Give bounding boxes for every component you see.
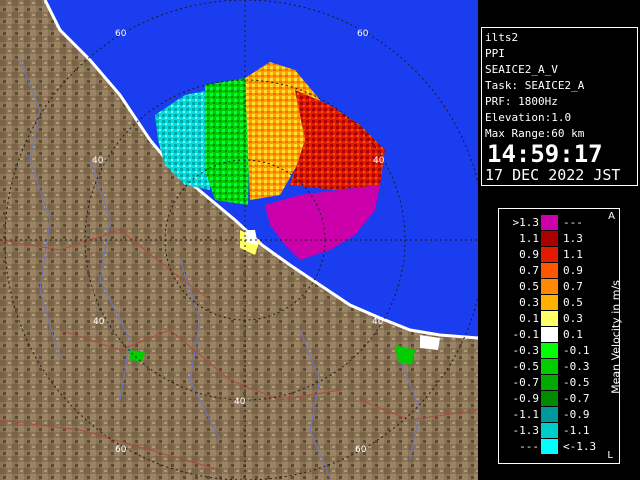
- legend-lower-bound: ---: [519, 440, 539, 453]
- radar-info-panel: ilts2 PPI SEAICE2_A_V Task: SEAICE2_A PR…: [481, 27, 638, 186]
- legend-upper-bound: 0.5: [563, 296, 583, 309]
- legend-lower-bound: 0.3: [519, 296, 539, 309]
- legend-upper-bound: <-1.3: [563, 440, 597, 453]
- site-name: ilts2: [485, 31, 519, 44]
- legend-lower-bound: 0.1: [519, 312, 539, 325]
- legend-swatch: [541, 407, 558, 422]
- legend-upper-bound: ---: [563, 216, 583, 229]
- ring-label-right-40: 40: [373, 156, 385, 166]
- elevation-value: Elevation:1.0: [485, 111, 572, 124]
- legend-lower-bound: -0.5: [512, 360, 540, 373]
- legend-bottom-mark: L: [607, 450, 613, 461]
- legend-row: 0.7 0.9: [499, 263, 619, 278]
- legend-upper-bound: -0.5: [563, 376, 590, 389]
- prf-value: PRF: 1800Hz: [485, 95, 558, 108]
- legend-swatch: [541, 439, 558, 454]
- legend-lower-bound: 0.9: [519, 248, 539, 261]
- legend-upper-bound: -0.3: [563, 360, 590, 373]
- legend-top-mark: A: [608, 211, 615, 222]
- legend-swatch: [541, 359, 558, 374]
- legend-lower-bound: -0.7: [512, 376, 540, 389]
- legend-title: Mean Velocity in m/s: [609, 280, 623, 394]
- legend-swatch: [541, 391, 558, 406]
- scan-time: 14:59:17: [487, 140, 603, 168]
- ring-label-bottom-right-60: 60: [355, 445, 367, 455]
- legend-swatch: [541, 327, 558, 342]
- ring-label-lower-right-40: 40: [372, 317, 384, 327]
- legend-row: --- <-1.3: [499, 439, 619, 454]
- ring-label-bottom-left-60: 60: [115, 445, 127, 455]
- legend-row: -0.7 -0.5: [499, 375, 619, 390]
- legend-upper-bound: 1.3: [563, 232, 583, 245]
- legend-swatch: [541, 263, 558, 278]
- legend-upper-bound: 0.7: [563, 280, 583, 293]
- legend-upper-bound: 0.3: [563, 312, 583, 325]
- legend-upper-bound: 0.9: [563, 264, 583, 277]
- legend-upper-bound: -0.7: [563, 392, 590, 405]
- legend-row: -0.3 -0.1: [499, 343, 619, 358]
- legend-lower-bound: -1.3: [512, 424, 540, 437]
- legend-swatch: [541, 423, 558, 438]
- legend-upper-bound: -0.1: [563, 344, 590, 357]
- legend-lower-bound: 0.7: [519, 264, 539, 277]
- ring-label-top-right-60: 60: [357, 29, 369, 39]
- ring-label-left-40: 40: [92, 156, 104, 166]
- legend-upper-bound: 1.1: [563, 248, 583, 261]
- legend-swatch: [541, 295, 558, 310]
- legend-lower-bound: 0.5: [519, 280, 539, 293]
- echo-green: [205, 78, 250, 205]
- legend-row: >1.3 ---: [499, 215, 619, 230]
- legend-swatch: [541, 215, 558, 230]
- legend-lower-bound: -0.3: [512, 344, 540, 357]
- legend-upper-bound: 0.1: [563, 328, 583, 341]
- legend-row: -0.9 -0.7: [499, 391, 619, 406]
- ring-label-lower-left-40: 40: [93, 317, 105, 327]
- legend-lower-bound: -1.1: [512, 408, 540, 421]
- scan-mode: PPI: [485, 47, 505, 60]
- legend-swatch: [541, 279, 558, 294]
- legend-upper-bound: -0.9: [563, 408, 590, 421]
- legend-row: 1.1 1.3: [499, 231, 619, 246]
- legend-lower-bound: -0.9: [512, 392, 540, 405]
- legend-row: 0.9 1.1: [499, 247, 619, 262]
- radar-ppi-view[interactable]: 60 40 40 40 40 40 60 60 60: [0, 0, 478, 480]
- product-name: SEAICE2_A_V: [485, 63, 558, 76]
- task-name: Task: SEAICE2_A: [485, 79, 585, 92]
- velocity-legend: >1.3 --- 1.1 1.3 0.9 1.1 0.7 0.9 0.5 0.7 0.3 0.5 0.1…: [498, 208, 623, 464]
- max-range-value: Max Range:60 km: [485, 127, 585, 140]
- ring-label-bottom-40: 40: [234, 397, 246, 407]
- legend-row: 0.1 0.3: [499, 311, 619, 326]
- legend-lower-bound: >1.3: [512, 216, 540, 229]
- legend-swatch: [541, 375, 558, 390]
- legend-swatch: [541, 311, 558, 326]
- legend-swatch: [541, 247, 558, 262]
- legend-upper-bound: -1.1: [563, 424, 590, 437]
- scan-date: 17 DEC 2022 JST: [485, 166, 621, 184]
- legend-swatch: [541, 231, 558, 246]
- legend-row: 0.3 0.5: [499, 295, 619, 310]
- legend-lower-bound: 1.1: [519, 232, 539, 245]
- legend-row: -1.1 -0.9: [499, 407, 619, 422]
- legend-lower-bound: -0.1: [512, 328, 540, 341]
- radar-map: 60 40 40 40 40 40 60 60 60: [0, 0, 478, 480]
- legend-row: -0.1 0.1: [499, 327, 619, 342]
- legend-row: -1.3 -1.1: [499, 423, 619, 438]
- ring-label-top-60: 60: [115, 29, 127, 39]
- legend-row: -0.5 -0.3: [499, 359, 619, 374]
- legend-row: 0.5 0.7: [499, 279, 619, 294]
- legend-swatch: [541, 343, 558, 358]
